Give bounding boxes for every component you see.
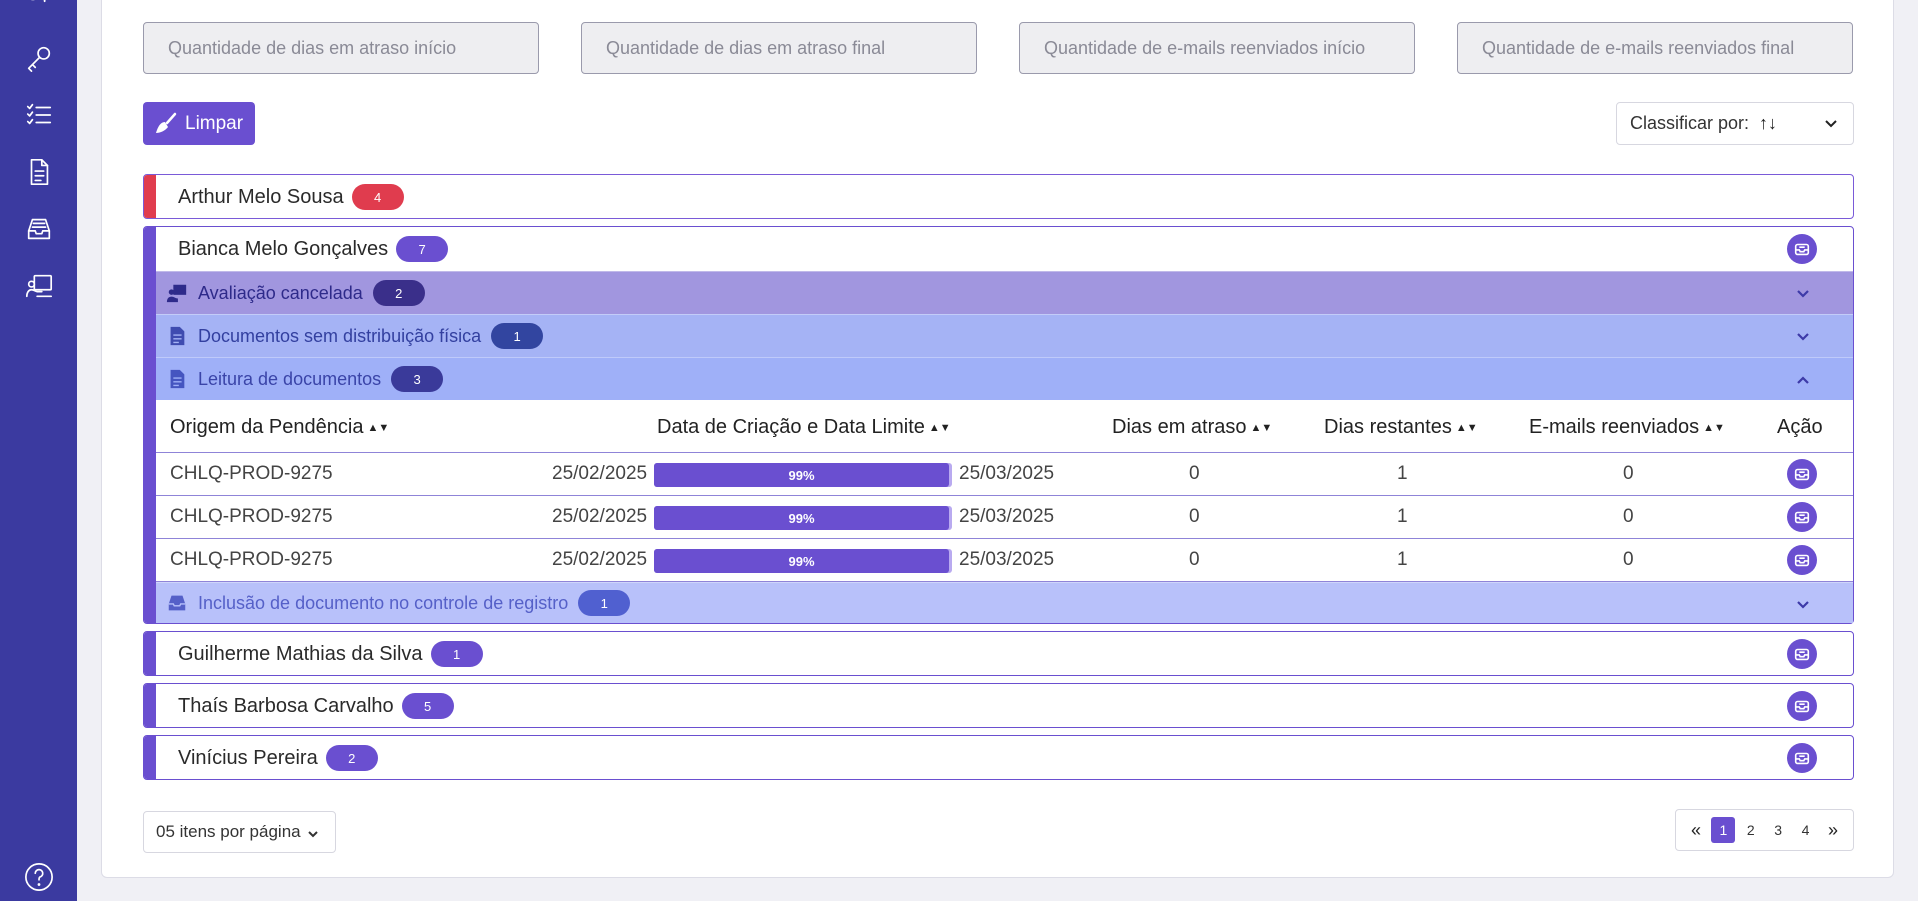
emails-final-input[interactable]: Quantidade de e-mails reenviados final xyxy=(1457,22,1853,74)
sort-icon: ▲▼ xyxy=(928,422,951,434)
person-name: Guilherme Mathias da Silva xyxy=(178,642,423,665)
page-button-2[interactable]: 2 xyxy=(1739,817,1763,843)
category-inclusao-documento[interactable]: Inclusão de documento no controle de reg… xyxy=(156,582,1853,623)
count-badge: 2 xyxy=(325,745,378,771)
progress-bar: 99% xyxy=(654,549,952,573)
person-name: Bianca Melo Gonçalves xyxy=(178,237,389,260)
sort-numeric-icon: ↑↓ xyxy=(1759,113,1778,133)
document-icon[interactable] xyxy=(0,152,77,192)
count-badge: 1 xyxy=(491,323,544,349)
document-icon xyxy=(170,369,185,389)
person-name: Arthur Melo Sousa xyxy=(178,185,344,208)
col-dias-atraso[interactable]: Dias em atraso ▲▼ xyxy=(1112,416,1272,439)
person-name: Vinícius Pereira xyxy=(178,746,318,769)
help-icon[interactable] xyxy=(0,857,77,897)
dias-atraso-final-input[interactable]: Quantidade de dias em atraso final xyxy=(581,22,977,74)
table-row: CHLQ-PROD-9275 25/02/2025 99% 25/03/2025… xyxy=(156,496,1853,539)
col-dias-restantes[interactable]: Dias restantes ▲▼ xyxy=(1324,416,1478,439)
broom-icon xyxy=(156,112,177,133)
teacher-board-icon xyxy=(166,284,187,303)
mail-icon xyxy=(1794,752,1810,765)
table-row: CHLQ-PROD-9275 25/02/2025 99% 25/03/2025… xyxy=(156,539,1853,582)
col-datas[interactable]: Data de Criação e Data Limite ▲▼ xyxy=(657,416,951,439)
chevron-up-icon xyxy=(1797,376,1809,384)
page-button-4[interactable]: 4 xyxy=(1794,817,1818,843)
category-leitura-documentos[interactable]: Leitura de documentos 3 xyxy=(156,357,1853,400)
resend-email-button[interactable] xyxy=(1787,743,1817,773)
items-per-page-select[interactable]: 05 itens por página xyxy=(143,811,336,853)
person-row-expanded[interactable]: Bianca Melo Gonçalves 7 Avaliação cancel… xyxy=(143,226,1854,624)
chevron-down-icon xyxy=(1797,601,1809,609)
chevron-down-icon xyxy=(1825,120,1837,128)
mail-icon xyxy=(1794,468,1810,481)
mail-icon xyxy=(1794,700,1810,713)
count-badge: 1 xyxy=(430,641,483,667)
mail-icon xyxy=(1794,648,1810,661)
person-name: Thaís Barbosa Carvalho xyxy=(178,694,394,717)
resend-email-button[interactable] xyxy=(1787,639,1817,669)
teacher-board-icon[interactable] xyxy=(0,266,77,306)
sort-icon: ▲▼ xyxy=(1250,422,1273,434)
resend-email-button[interactable] xyxy=(1787,502,1817,532)
emails-inicio-input[interactable]: Quantidade de e-mails reenviados início xyxy=(1019,22,1415,74)
count-badge: 5 xyxy=(401,693,454,719)
count-badge: 2 xyxy=(372,280,425,306)
progress-fill: 99% xyxy=(654,463,950,487)
category-documentos-sem-distribuicao[interactable]: Documentos sem distribuição física 1 xyxy=(156,314,1853,357)
page-button-3[interactable]: 3 xyxy=(1766,817,1790,843)
sort-icon: ▲▼ xyxy=(1703,422,1725,434)
count-badge: 7 xyxy=(396,236,449,262)
mail-icon xyxy=(1794,511,1810,524)
inbox-icon[interactable] xyxy=(0,209,77,249)
chevron-down-icon xyxy=(1797,290,1809,298)
document-icon xyxy=(170,326,185,346)
mail-icon xyxy=(1794,243,1810,256)
person-row[interactable]: Guilherme Mathias da Silva 1 xyxy=(143,631,1854,676)
resend-email-button[interactable] xyxy=(1787,234,1817,264)
dias-atraso-inicio-input[interactable]: Quantidade de dias em atraso início xyxy=(143,22,539,74)
person-row[interactable]: Thaís Barbosa Carvalho 5 xyxy=(143,683,1854,728)
resend-email-button[interactable] xyxy=(1787,545,1817,575)
progress-bar: 99% xyxy=(654,506,952,530)
table-row: CHLQ-PROD-9275 25/02/2025 99% 25/03/2025… xyxy=(156,453,1853,496)
person-row[interactable]: Arthur Melo Sousa 4 xyxy=(143,174,1854,219)
sort-icon: ▲▼ xyxy=(1455,422,1478,434)
col-emails[interactable]: E-mails reenviados ▲▼ xyxy=(1529,416,1725,439)
checklist-icon[interactable] xyxy=(0,95,77,135)
sort-select[interactable]: Classificar por: ↑↓ xyxy=(1616,102,1854,145)
count-badge: 1 xyxy=(578,590,631,616)
key-icon[interactable] xyxy=(0,38,77,78)
chevron-down-icon xyxy=(1797,333,1809,341)
last-page-button[interactable]: » xyxy=(1821,817,1845,843)
progress-fill: 99% xyxy=(654,506,950,530)
count-badge: 3 xyxy=(391,366,444,392)
category-avaliacao-cancelada[interactable]: Avaliação cancelada 2 xyxy=(156,271,1853,314)
col-acao: Ação xyxy=(1777,416,1823,438)
resend-email-button[interactable] xyxy=(1787,459,1817,489)
first-page-button[interactable]: « xyxy=(1684,817,1708,843)
inbox-icon xyxy=(168,595,186,611)
chevron-down-icon xyxy=(307,830,318,837)
col-origem[interactable]: Origem da Pendência ▲▼ xyxy=(170,416,389,439)
sidebar xyxy=(0,0,77,901)
pagination: « 1 2 3 4 » xyxy=(1675,809,1854,851)
clear-button[interactable]: Limpar xyxy=(143,102,255,145)
progress-bar: 99% xyxy=(654,463,952,487)
settings-users-icon[interactable] xyxy=(0,0,77,26)
resend-email-button[interactable] xyxy=(1787,691,1817,721)
person-row[interactable]: Vinícius Pereira 2 xyxy=(143,735,1854,780)
page-button-1[interactable]: 1 xyxy=(1711,817,1736,843)
count-badge: 4 xyxy=(351,184,404,210)
sort-icon: ▲▼ xyxy=(367,422,390,434)
progress-fill: 99% xyxy=(654,549,950,573)
mail-icon xyxy=(1794,554,1810,567)
table-header: Origem da Pendência ▲▼ Data de Criação e … xyxy=(156,400,1853,453)
